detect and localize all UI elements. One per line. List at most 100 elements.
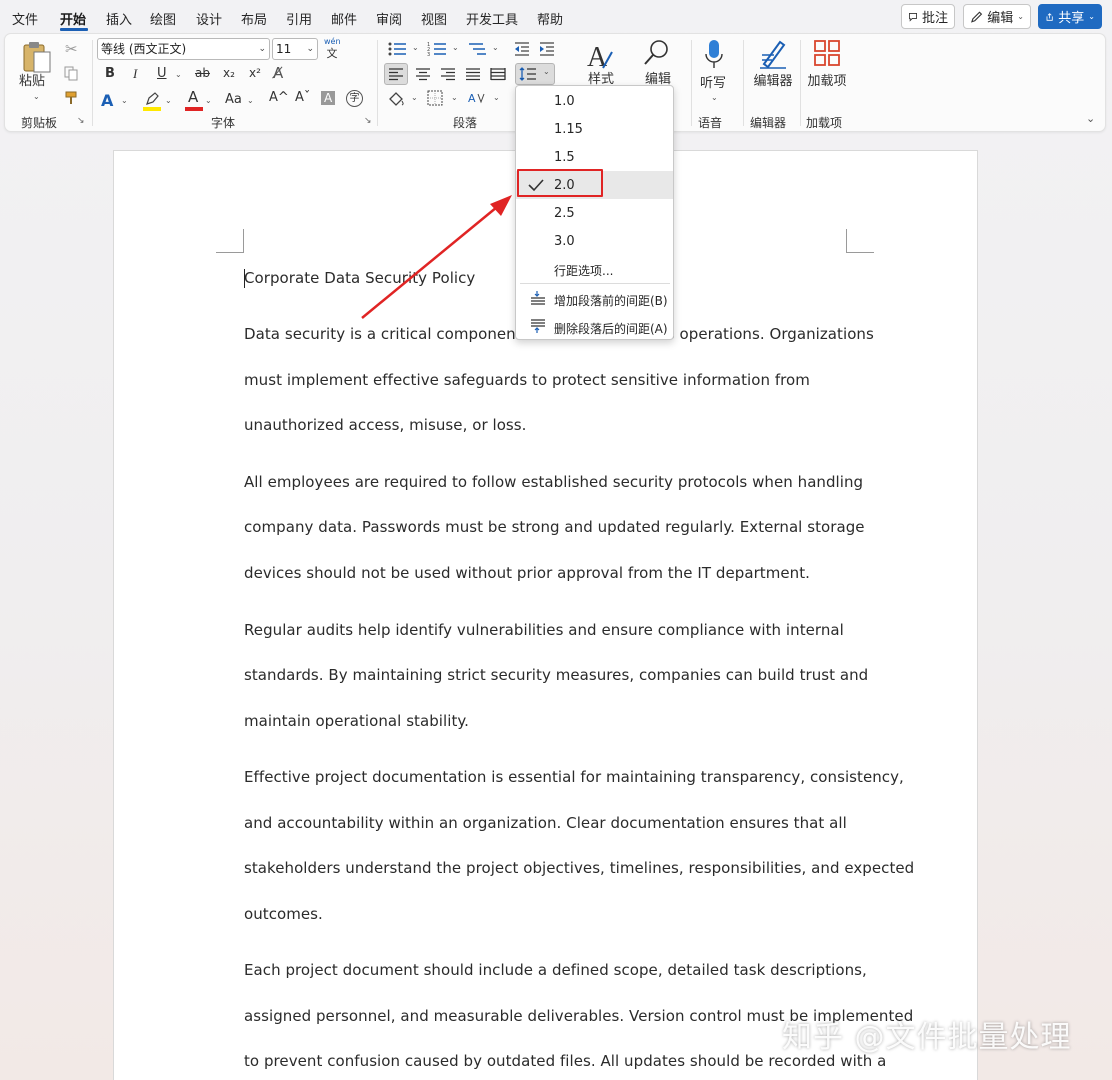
change-case-button[interactable]: Aa: [225, 92, 242, 107]
chevron-down-icon: ⌄: [411, 93, 418, 102]
chevron-down-icon[interactable]: ⌄: [165, 96, 172, 105]
align-right-icon[interactable]: [440, 67, 456, 81]
editing-mode-button[interactable]: 编辑 ⌄: [963, 4, 1031, 29]
addins-button[interactable]: 加载项: [807, 38, 847, 106]
remove-space-after-item[interactable]: 删除段落后的间距(A): [516, 313, 673, 341]
enclose-characters-button[interactable]: 字: [346, 90, 363, 107]
bullets-button[interactable]: ⌄: [387, 41, 423, 59]
line-spacing-option-1-0[interactable]: 1.0: [516, 87, 673, 115]
comments-label: 批注: [921, 11, 948, 26]
line-spacing-button[interactable]: ⌄: [515, 63, 555, 85]
subscript-button[interactable]: x₂: [223, 66, 235, 80]
bold-button[interactable]: B: [105, 66, 115, 81]
dictate-button[interactable]: 听写 ⌄: [697, 38, 731, 106]
font-name-combo[interactable]: 等线 (西文正文) ⌄: [97, 38, 270, 60]
tab-design[interactable]: 设计: [196, 9, 222, 28]
font-color-icon: A: [188, 88, 199, 106]
group-divider: [743, 40, 744, 126]
font-color-button[interactable]: A: [185, 88, 203, 112]
superscript-button[interactable]: x²: [249, 66, 261, 80]
tab-draw[interactable]: 绘图: [150, 9, 176, 28]
document-line[interactable]: and accountability within an organizatio…: [244, 814, 847, 832]
document-line[interactable]: must implement effective safeguards to p…: [244, 371, 810, 389]
underline-button[interactable]: U: [157, 66, 167, 81]
tab-review[interactable]: 审阅: [376, 9, 402, 28]
dialog-launcher-icon[interactable]: ↘: [77, 116, 85, 126]
line-spacing-option-1-15[interactable]: 1.15: [516, 115, 673, 143]
line-spacing-option-3-0[interactable]: 3.0: [516, 227, 673, 255]
highlight-annotation-box: [517, 169, 603, 197]
document-line[interactable]: unauthorized access, misuse, or loss.: [244, 416, 526, 434]
cut-icon[interactable]: ✂: [65, 40, 78, 58]
tab-mailings[interactable]: 邮件: [331, 9, 357, 28]
align-left-button[interactable]: [384, 63, 408, 85]
decrease-indent-icon[interactable]: [513, 41, 531, 57]
document-line[interactable]: Each project document should include a d…: [244, 961, 867, 979]
tab-insert[interactable]: 插入: [106, 9, 132, 28]
comments-button[interactable]: 批注: [901, 4, 955, 29]
document-line[interactable]: stakeholders understand the project obje…: [244, 859, 914, 877]
strikethrough-button[interactable]: ab: [195, 66, 210, 80]
distributed-icon[interactable]: [490, 67, 506, 81]
highlighter-icon: [146, 92, 159, 105]
tab-references[interactable]: 引用: [286, 9, 312, 28]
editor-button[interactable]: 编辑器: [753, 38, 793, 106]
borders-icon: [427, 90, 443, 106]
menu-bar: 文件 开始 插入 绘图 设计 布局 引用 邮件 审阅 视图 开发工具 帮助 批注…: [0, 0, 1112, 34]
tab-layout[interactable]: 布局: [241, 9, 267, 28]
font-size-combo[interactable]: 11 ⌄: [272, 38, 318, 60]
character-shading-button[interactable]: A: [321, 91, 336, 105]
dialog-launcher-icon[interactable]: ↘: [364, 116, 372, 126]
chevron-down-icon[interactable]: ⌄: [205, 96, 212, 105]
add-space-before-item[interactable]: 增加段落前的间距(B): [516, 285, 673, 313]
paste-button[interactable]: 粘贴 ⌄: [17, 38, 57, 104]
phonetic-guide-button[interactable]: wén 文: [324, 37, 341, 59]
tab-file[interactable]: 文件: [12, 9, 38, 28]
find-editing-button[interactable]: 编辑: [642, 38, 676, 87]
tab-help[interactable]: 帮助: [537, 9, 563, 28]
borders-button[interactable]: ⌄: [427, 90, 463, 110]
tab-home[interactable]: 开始: [60, 9, 86, 28]
collapse-ribbon-icon[interactable]: ⌄: [1086, 112, 1095, 125]
multilevel-list-button[interactable]: ⌄: [467, 41, 503, 59]
chevron-down-icon[interactable]: ⌄: [175, 70, 182, 79]
document-line[interactable]: maintain operational stability.: [244, 712, 469, 730]
dictate-label: 听写: [700, 76, 727, 91]
document-line[interactable]: devices should not be used without prior…: [244, 564, 810, 582]
chevron-down-icon[interactable]: ⌄: [121, 96, 128, 105]
italic-button[interactable]: I: [133, 66, 137, 82]
bullet-list-icon: [388, 42, 406, 56]
document-title[interactable]: Corporate Data Security Policy: [244, 269, 475, 287]
format-painter-icon[interactable]: [63, 90, 79, 110]
highlight-button[interactable]: [143, 91, 163, 113]
clear-formatting-icon[interactable]: A̸: [273, 64, 283, 82]
tab-developer[interactable]: 开发工具: [466, 9, 518, 28]
styles-button[interactable]: A 样式: [585, 40, 619, 88]
document-line[interactable]: All employees are required to follow est…: [244, 473, 863, 491]
text-direction-button[interactable]: A ⌄: [467, 90, 503, 110]
line-spacing-options-item[interactable]: 行距选项...: [516, 255, 673, 283]
chevron-down-icon[interactable]: ⌄: [247, 96, 254, 105]
text-effects-icon[interactable]: A: [101, 91, 113, 110]
document-line[interactable]: company data. Passwords must be strong a…: [244, 518, 865, 536]
line-spacing-icon: [519, 67, 536, 81]
copy-icon[interactable]: [63, 65, 79, 85]
shrink-font-button[interactable]: Aˇ: [295, 90, 310, 105]
document-line[interactable]: standards. By maintaining strict securit…: [244, 666, 868, 684]
document-line[interactable]: outcomes.: [244, 905, 323, 923]
document-line[interactable]: Regular audits help identify vulnerabili…: [244, 621, 844, 639]
shading-button[interactable]: ⌄: [387, 90, 423, 110]
justify-icon[interactable]: [465, 67, 481, 81]
addins-group-label: 加载项: [806, 116, 843, 130]
align-center-icon[interactable]: [415, 67, 431, 81]
add-space-before-icon: [531, 291, 545, 305]
grow-font-button[interactable]: A^: [269, 90, 289, 105]
document-line[interactable]: Effective project documentation is essen…: [244, 768, 904, 786]
font-color-swatch: [185, 107, 203, 111]
numbering-button[interactable]: 123 ⌄: [427, 41, 463, 59]
tab-view[interactable]: 视图: [421, 9, 447, 28]
line-spacing-option-2-5[interactable]: 2.5: [516, 199, 673, 227]
increase-indent-icon[interactable]: [538, 41, 556, 57]
share-button[interactable]: 共享 ⌄: [1038, 4, 1102, 29]
line-spacing-option-1-5[interactable]: 1.5: [516, 143, 673, 171]
